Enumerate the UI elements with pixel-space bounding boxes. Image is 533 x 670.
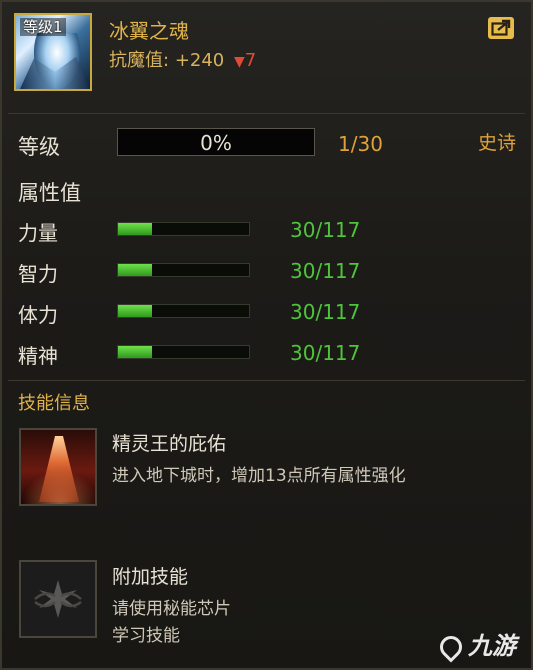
resist-stat: 抗魔值: +240 ▼7 [109,46,256,72]
skill-description-line2: 学习技能 [112,626,180,646]
skill-name: 精灵王的庇佑 [112,433,227,455]
share-icon [491,19,511,36]
level-tag: 等级1 [20,18,66,36]
stat-label-strength: 力量 [18,221,58,245]
stat-label-intelligence: 智力 [18,262,58,286]
stat-fill [118,305,152,317]
elf-king-blessing-icon[interactable] [19,428,97,506]
attributes-heading: 属性值 [18,181,81,205]
stat-bar-strength [117,222,250,236]
stat-bar-intelligence [117,263,250,277]
skill-glow [21,470,95,504]
resist-value: +240 [174,50,225,71]
down-arrow-icon: ▼ [234,54,245,70]
watermark-text: 九游 [468,632,516,660]
item-title: 冰翼之魂 [109,19,189,43]
stat-value-vitality: 30/117 [290,300,361,324]
stat-value-spirit: 30/117 [290,341,361,365]
watermark-mark-icon [435,631,467,663]
divider [8,113,525,114]
skill-description: 进入地下城时，增加13点所有属性强化 [112,466,406,486]
resist-label: 抗魔值: [109,50,170,71]
stat-label-vitality: 体力 [18,303,58,327]
stat-value-strength: 30/117 [290,218,361,242]
stat-value-intelligence: 30/117 [290,259,361,283]
item-avatar[interactable]: 等级1 [14,13,92,91]
level-label: 等级 [18,135,60,159]
locked-skill-icon[interactable] [19,560,97,638]
skills-heading: 技能信息 [18,393,90,414]
resist-delta-value: 7 [244,50,257,71]
item-detail-panel: 等级1 冰翼之魂 抗魔值: +240 ▼7 等级 0% 1/30 史诗 属性值 … [0,0,533,670]
level-progress-text: 0% [200,131,232,155]
wing-emblem-icon [34,580,82,618]
stat-fill [118,264,152,276]
stat-fill [118,223,152,235]
stat-bar-spirit [117,345,250,359]
skill-name: 附加技能 [112,566,189,588]
skill-description: 请使用秘能芯片 [112,599,231,619]
divider [8,380,525,381]
share-button[interactable] [488,17,514,39]
watermark-logo: 九游 [435,626,516,663]
level-progress-bar: 0% [117,128,315,156]
level-count: 1/30 [338,132,383,156]
stat-fill [118,346,152,358]
stat-label-spirit: 精神 [18,344,58,368]
grade-label: 史诗 [478,132,517,154]
resist-delta: ▼7 [234,50,256,71]
stat-bar-vitality [117,304,250,318]
